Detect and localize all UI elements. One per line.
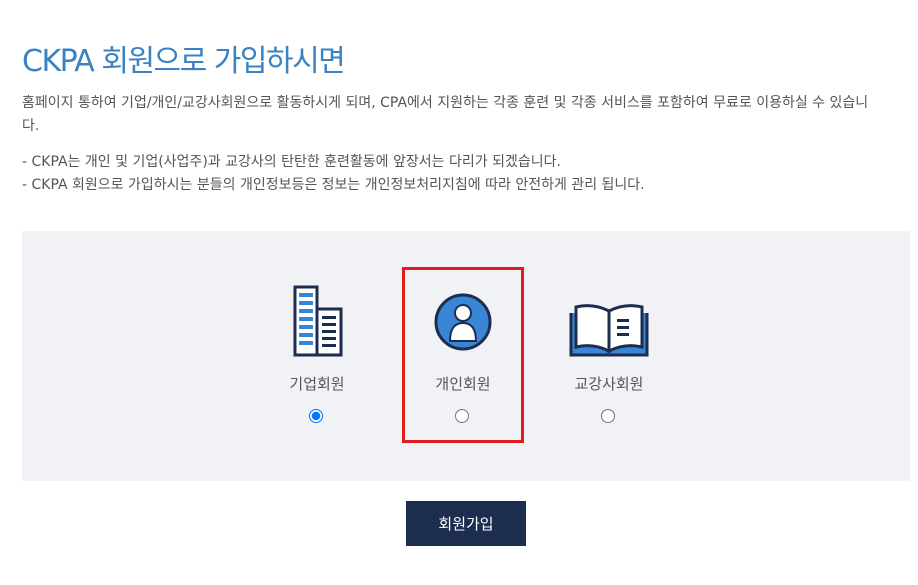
member-option-label: 기업회원: [289, 375, 345, 393]
selection-highlight-box: [402, 267, 524, 443]
member-option-label: 교강사회원: [574, 375, 644, 393]
instructor-member-radio[interactable]: [601, 409, 615, 423]
notes-list: - CKPA는 개인 및 기업(사업주)과 교강사의 탄탄한 훈련활동에 앞장서…: [22, 151, 902, 197]
building-icon: [277, 283, 357, 359]
intro-text: 홈페이지 통하여 기업/개인/교강사회원으로 활동하시게 되며, CPA에서 지…: [22, 95, 869, 134]
member-type-panel: 기업회원 개인회원 교강사회원: [22, 231, 910, 481]
corporate-member-radio[interactable]: [309, 409, 323, 423]
book-icon: [569, 283, 649, 359]
note-item: - CKPA 회원으로 가입하시는 분들의 개인정보등은 정보는 개인정보처리지…: [22, 177, 645, 193]
page-title: CKPA 회원으로 가입하시면: [22, 44, 346, 79]
member-option-corporate[interactable]: 기업회원: [257, 231, 377, 481]
note-item: - CKPA는 개인 및 기업(사업주)과 교강사의 탄탄한 훈련활동에 앞장서…: [22, 154, 561, 170]
member-option-instructor[interactable]: 교강사회원: [549, 231, 669, 481]
join-button[interactable]: 회원가입: [406, 501, 526, 546]
